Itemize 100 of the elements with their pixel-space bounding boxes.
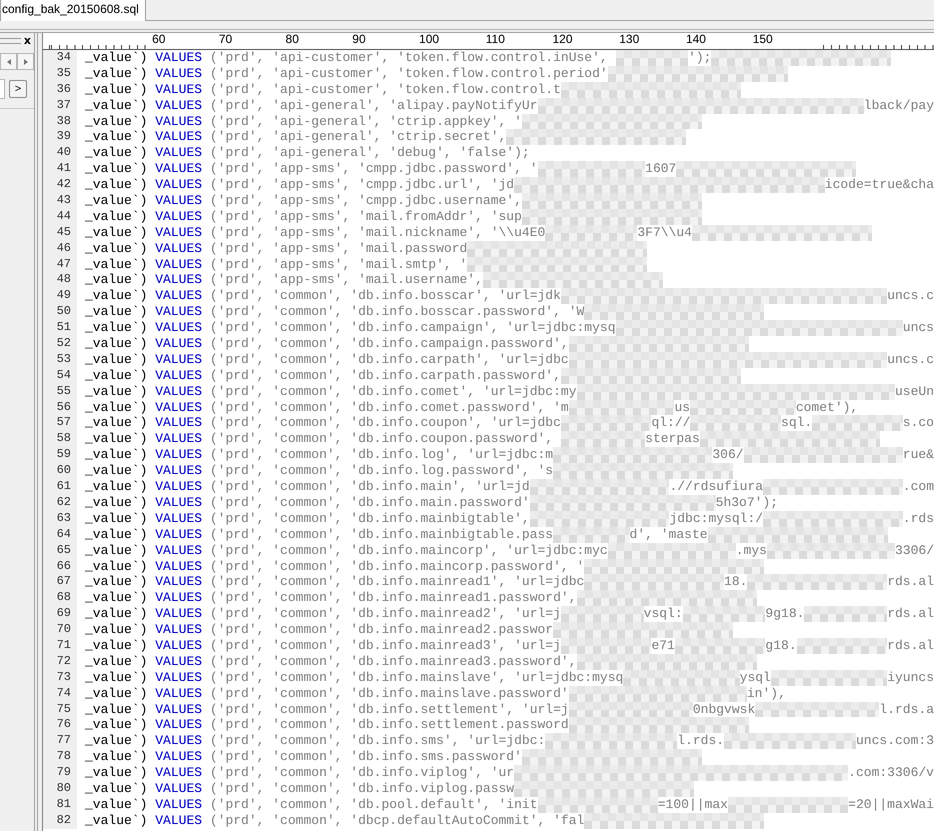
line-number: 71 [43, 638, 77, 654]
code-text: .rds [902, 510, 934, 527]
code-text: _value`) VALUES ('prd', 'api-general', 'ctrip.appkey', ' [85, 114, 522, 130]
line-number: 51 [43, 320, 77, 336]
line-number: 46 [43, 240, 77, 257]
line-number: 76 [43, 717, 77, 734]
ruler-label: 130 [619, 33, 640, 46]
code-text: _value`) VALUES ('prd', 'common', 'db.info.mainslave.password' [85, 686, 569, 702]
code-text: _value`) VALUES ('prd', 'common', 'db.info.carpath.password', [85, 368, 561, 384]
code-text: _value`) VALUES ('prd', 'api-general', 'ctrip.secret', [85, 129, 506, 146]
ruler-label: 70 [218, 33, 232, 46]
line-number: 48 [43, 272, 77, 288]
line-number: 56 [43, 400, 77, 416]
code-text: .com:3306/v [848, 765, 934, 781]
line-number: 67 [43, 574, 77, 590]
code-text: _value`) VALUES ('prd', 'common', 'db.info.carpath', 'url=jdbc [85, 352, 569, 368]
line-number: 60 [43, 463, 77, 480]
code-text: _value`) VALUES ('prd', 'common', 'db.info.mainread1', 'url=jdbc [85, 574, 584, 590]
line-number: 82 [43, 812, 77, 829]
code-text: us [674, 400, 690, 416]
code-text: _value`) VALUES ('prd', 'common', 'db.info.maincorp.password', ' [85, 558, 584, 574]
code-text: _value`) VALUES ('prd', 'app-sms', 'mail.password [85, 240, 468, 257]
line-number: 72 [43, 654, 77, 670]
ruler-label: 120 [552, 33, 573, 46]
code-text: in'), [746, 686, 786, 702]
code-text: jdbc:mysql:/ [669, 510, 764, 527]
code-text: _value`) VALUES ('prd', 'app-sms', 'cmpp.jdbc.username', [85, 193, 522, 209]
code-text: .mys [736, 542, 767, 558]
previous-button[interactable] [0, 53, 17, 70]
code-text: _value`) VALUES ('prd', 'common', 'db.info.comet.password', 'm [85, 400, 569, 416]
line-number: 81 [43, 796, 77, 813]
code-text: _value`) VALUES ('prd', 'api-customer', 'token.flow.control.t [85, 82, 561, 98]
code-text: g18. [765, 638, 797, 654]
code-text: _value`) VALUES ('prd', 'api-customer', 'token.flow.control.period' [85, 66, 608, 82]
line-number: 65 [43, 542, 77, 558]
ruler-label: 140 [686, 33, 706, 46]
code-text: ysql [740, 670, 771, 686]
code-text: _value`) VALUES ('prd', 'common', 'db.info.maincorp', 'url=jdbc:myc [85, 542, 608, 558]
line-number: 69 [43, 606, 77, 622]
line-number: 73 [43, 670, 77, 686]
code-text: _value`) VALUES ('prd', 'api-customer', 'token.flow.control.inUse', [85, 50, 609, 66]
code-text: _value`) VALUES ('prd', 'common', 'db.info.sms.password' [85, 749, 522, 766]
code-text: rds.al [887, 606, 934, 622]
line-number: 34 [43, 50, 77, 66]
line-number: 55 [43, 384, 77, 400]
code-text: iyuncs [887, 670, 934, 686]
code-text: _value`) VALUES ('prd', 'common', 'db.info.campaign.password', [85, 336, 569, 352]
line-number: 79 [43, 765, 77, 781]
code-text: ql:// [651, 415, 690, 432]
line-number: 44 [43, 208, 77, 225]
code-text: _value`) VALUES ('prd', 'common', 'db.info.mainread2', 'url=j [85, 606, 561, 622]
code-text: _value`) VALUES ('prd', 'common', 'db.info.mainread2.passwor [85, 622, 554, 638]
code-text: rds.al [887, 638, 934, 654]
line-number: 39 [43, 129, 77, 146]
code-text: _value`) VALUES ('prd', 'common', 'db.info.settlement.password [85, 717, 569, 734]
code-text: _value`) VALUES ('prd', 'api-general', 'debug', 'false'); [85, 145, 530, 162]
code-text: .com [902, 479, 934, 495]
code-text: _value`) VALUES ('prd', 'app-sms', 'mail.nickname', '\\u4E0 [85, 224, 546, 241]
line-number: 80 [43, 780, 77, 797]
ruler-label: 80 [286, 33, 299, 46]
line-number: 74 [43, 686, 77, 702]
line-number: 66 [43, 558, 77, 574]
code-text: _value`) VALUES ('prd', 'common', 'db.pool.default', 'init [85, 796, 538, 813]
line-number: 42 [43, 177, 77, 194]
line-number: 75 [43, 702, 77, 718]
code-text: 18. [724, 574, 748, 590]
line-number: 59 [43, 447, 77, 464]
code-text: _value`) VALUES ('prd', 'common', 'dbcp.defaultAutoCommit', 'fal [85, 812, 584, 829]
line-number: 78 [43, 749, 77, 766]
file-tab[interactable]: config_bak_20150608.sql [0, 0, 146, 21]
next-button[interactable] [17, 53, 34, 70]
code-text: _value`) VALUES ('prd', 'app-sms', 'mail.fromAddr', 'sup [85, 208, 522, 225]
line-number: 58 [43, 431, 77, 448]
line-number: 63 [43, 510, 77, 527]
code-text: _value`) VALUES ('prd', 'app-sms', 'cmpp.jdbc.url', 'jd [85, 177, 514, 194]
line-number: 41 [43, 161, 77, 178]
ruler-label: 60 [152, 33, 166, 46]
code-text: vsql: [644, 606, 683, 622]
code-text: e71 [651, 638, 675, 654]
code-text: _value`) VALUES ('prd', 'app-sms', 'cmpp.jdbc.password', ' [85, 161, 538, 178]
code-text: _value`) VALUES ('prd', 'common', 'db.info.viplog', 'ur [85, 765, 514, 781]
ruler-label: 90 [352, 33, 366, 46]
code-text: _value`) VALUES ('prd', 'common', 'db.info.mainslave', 'url=jdbc:mysq [85, 670, 624, 686]
line-number: 38 [43, 114, 77, 130]
line-number: 70 [43, 622, 77, 638]
code-text: _value`) VALUES ('prd', 'common', 'db.info.main.password' [85, 494, 530, 511]
code-text: _value`) VALUES ('prd', 'common', 'db.info.settlement', 'url=j [85, 702, 569, 718]
line-number: 50 [43, 304, 77, 320]
search-field[interactable] [0, 79, 5, 99]
line-number: 64 [43, 526, 77, 543]
code-text: rds.al [887, 574, 934, 590]
line-number: 54 [43, 368, 77, 384]
next-button[interactable]: > [9, 80, 27, 98]
code-text: s.co [902, 415, 934, 432]
code-text: comet'), [796, 400, 858, 416]
close-button[interactable]: x [22, 35, 32, 47]
code-text: _value`) VALUES ('prd', 'common', 'db.info.mainbigtable', [85, 510, 530, 527]
code-text: uncs.c [887, 288, 934, 304]
code-text: sterpas [645, 431, 700, 448]
line-number: 57 [43, 415, 77, 432]
